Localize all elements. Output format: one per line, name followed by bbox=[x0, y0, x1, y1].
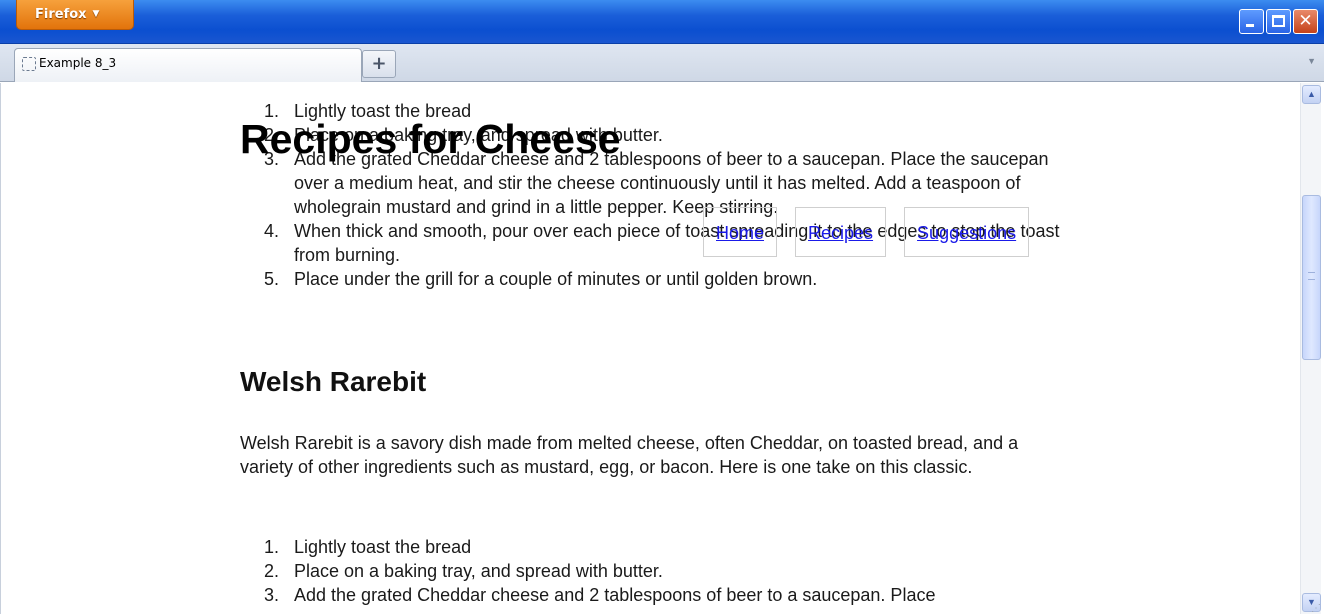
plus-icon: + bbox=[371, 53, 387, 74]
maximize-icon bbox=[1272, 15, 1285, 27]
chevron-up-icon: ▲ bbox=[1307, 89, 1316, 99]
list-item: 5. Place under the grill for a couple of … bbox=[264, 269, 818, 289]
new-tab-button[interactable]: + bbox=[362, 50, 396, 78]
page-title: Recipes for Cheese bbox=[240, 116, 621, 162]
tab-label: Example 8_3 bbox=[39, 56, 117, 70]
list-item: 2. Place on a baking tray, and spread wit… bbox=[264, 561, 663, 581]
close-icon: ✕ bbox=[1298, 11, 1313, 31]
chevron-down-icon: ▼ bbox=[92, 9, 100, 19]
window-titlebar[interactable]: Firefox ▼ ✕ bbox=[0, 0, 1324, 44]
list-item: 3. Add the grated Cheddar cheese and 2 ta… bbox=[264, 585, 936, 605]
minimize-icon bbox=[1246, 24, 1254, 27]
intro-paragraph: Welsh Rarebit is a savory dish made from… bbox=[240, 433, 1019, 477]
default-favicon-icon bbox=[22, 57, 36, 71]
vertical-scrollbar[interactable]: ▲ ▼ bbox=[1300, 83, 1321, 614]
window-controls: ✕ bbox=[1239, 9, 1318, 34]
scrollbar-thumb[interactable] bbox=[1302, 195, 1321, 360]
section-heading: Welsh Rarebit bbox=[240, 366, 427, 397]
tab-list-button[interactable]: ▼ bbox=[1307, 56, 1316, 66]
nav-link-home[interactable]: Home bbox=[703, 207, 778, 257]
page-viewport[interactable]: 1. Lightly toast the bread 2. Place on a b… bbox=[8, 83, 1298, 614]
tab-strip: Example 8_3 + ▼ bbox=[0, 44, 1324, 82]
resize-grip-icon[interactable]: ⋰ bbox=[1311, 603, 1321, 614]
window-left-border bbox=[0, 83, 8, 614]
tab-example-8-3[interactable]: Example 8_3 bbox=[14, 48, 362, 82]
nav-link-recipes[interactable]: Recipes bbox=[795, 207, 887, 257]
chevron-down-icon: ▼ bbox=[1307, 56, 1316, 66]
main-nav: Home Recipes Suggestions bbox=[703, 207, 1030, 257]
close-button[interactable]: ✕ bbox=[1293, 9, 1318, 34]
grip-icon bbox=[1308, 272, 1315, 280]
firefox-menu-label: Firefox bbox=[35, 7, 87, 22]
recipe-steps-list-2: 1. Lightly toast the bread 2. Place on a b… bbox=[240, 535, 935, 607]
nav-link-suggestions[interactable]: Suggestions bbox=[904, 207, 1030, 257]
list-item: 1. Lightly toast the bread bbox=[264, 537, 472, 557]
firefox-menu-button[interactable]: Firefox ▼ bbox=[16, 0, 134, 30]
maximize-button[interactable] bbox=[1266, 9, 1291, 34]
scroll-up-button[interactable]: ▲ bbox=[1302, 85, 1321, 104]
minimize-button[interactable] bbox=[1239, 9, 1264, 34]
